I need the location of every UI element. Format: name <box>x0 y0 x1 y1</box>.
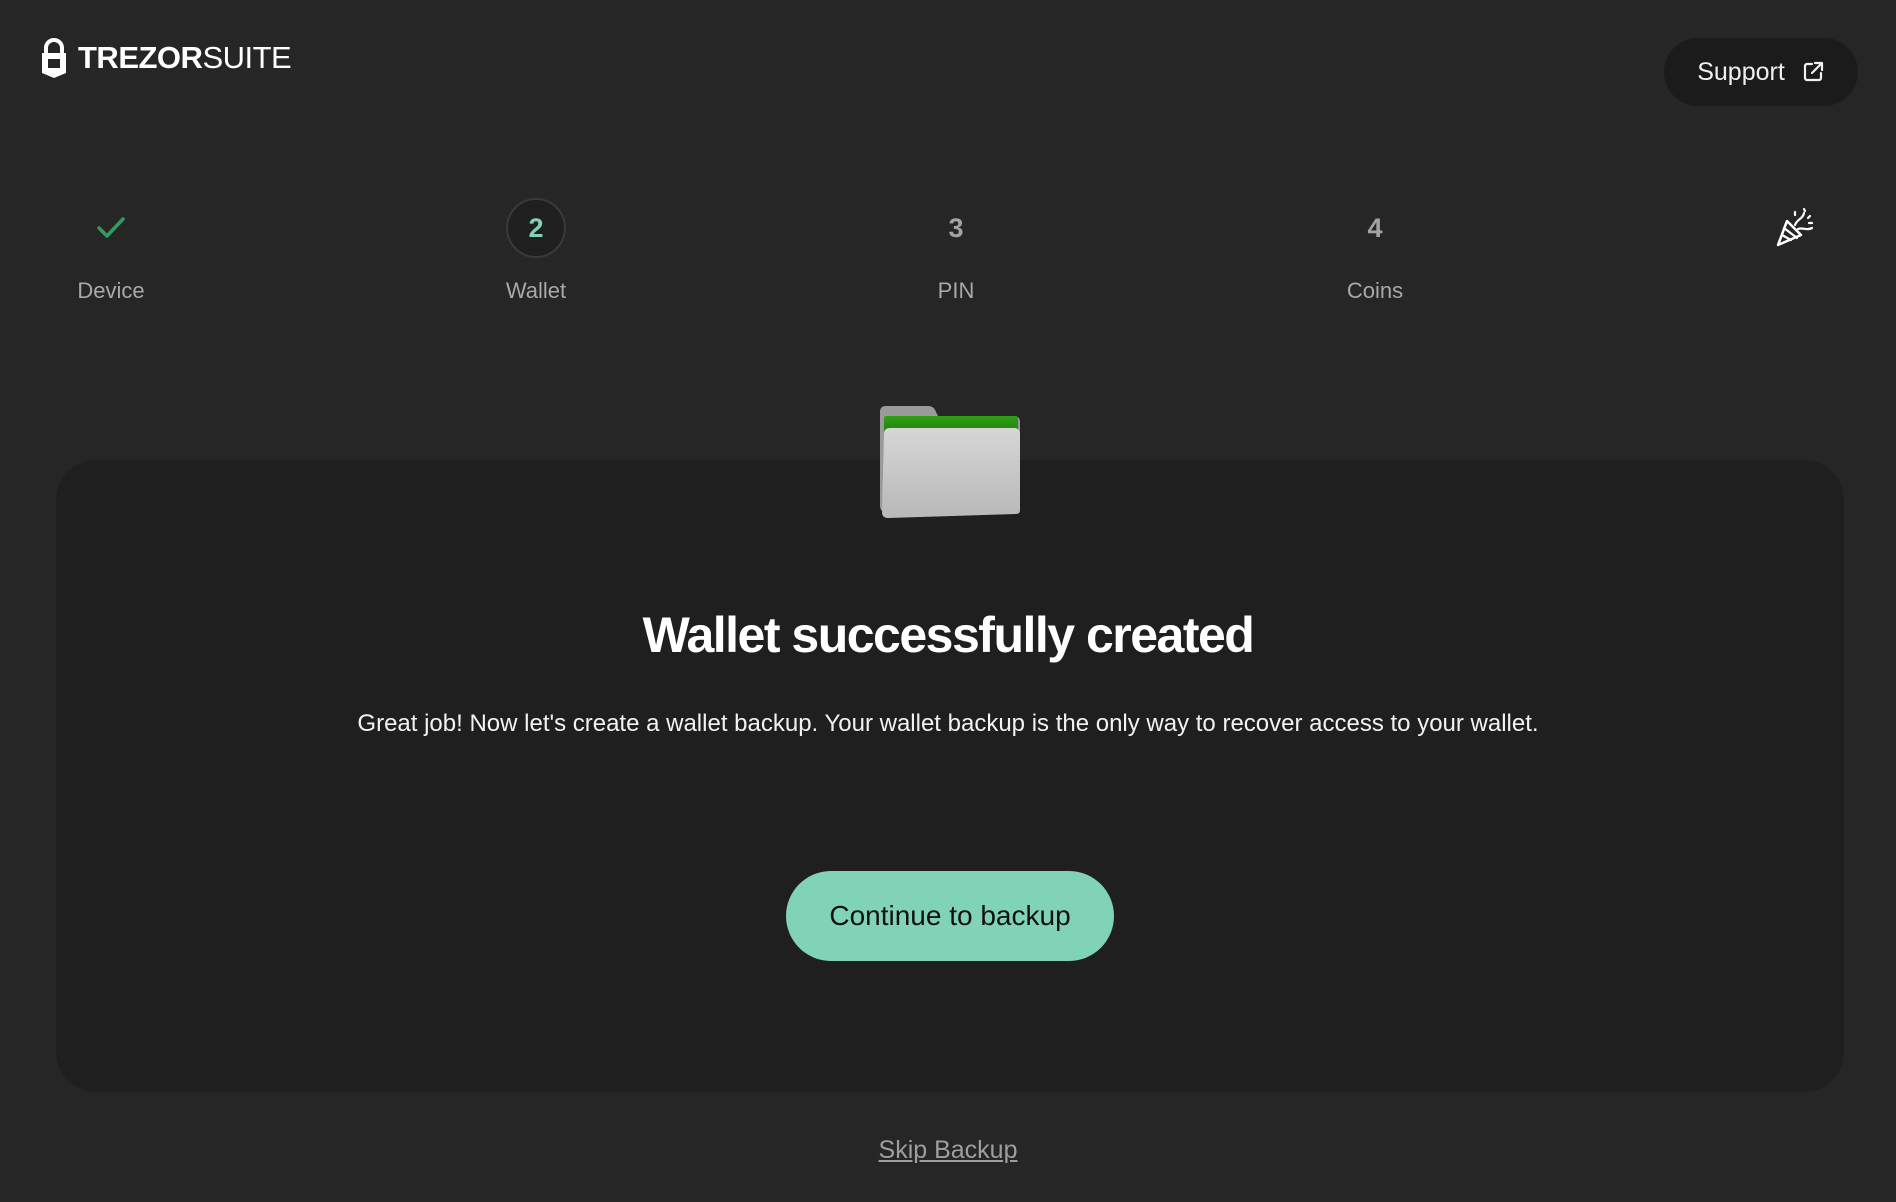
support-button[interactable]: Support <box>1664 38 1858 106</box>
logo-text-bold: TREZOR <box>78 40 203 75</box>
trezor-suite-logo: TREZOR SUITE <box>40 36 292 80</box>
page-description: Great job! Now let's create a wallet bac… <box>357 710 1539 737</box>
step-wallet-marker: 2 <box>506 198 566 258</box>
step-coins-marker: 4 <box>1367 212 1383 243</box>
external-link-icon <box>1803 61 1823 82</box>
logo-text-light: SUITE <box>202 40 292 75</box>
step-wallet-label: Wallet <box>505 278 567 303</box>
skip-backup-link[interactable]: Skip Backup <box>879 1136 1018 1164</box>
step-device-marker <box>81 198 141 258</box>
step-wallet: 2 Wallet <box>456 198 616 304</box>
continue-to-backup-button[interactable]: Continue to backup <box>786 871 1114 961</box>
folder-illustration <box>880 406 1020 518</box>
wallet-created-card <box>56 460 1844 1092</box>
step-coins-label: Coins <box>1346 278 1404 303</box>
step-pin-marker: 3 <box>948 212 964 243</box>
checkmark-icon <box>97 217 125 238</box>
step-device: Device <box>31 198 191 304</box>
step-final-marker <box>1764 198 1824 258</box>
party-popper-icon <box>1776 207 1814 247</box>
step-pin: 3 PIN <box>876 198 1036 304</box>
step-device-label: Device <box>77 278 145 303</box>
page-title: Wallet successfully created <box>642 607 1255 663</box>
step-coins: 4 Coins <box>1295 198 1455 304</box>
trezor-lock-icon <box>42 38 66 78</box>
step-final <box>1714 198 1874 258</box>
step-pin-label: PIN <box>937 278 975 303</box>
onboarding-page: TREZOR SUITE Support Device 2 Wallet 3 PI… <box>0 0 1896 1202</box>
support-button-label: Support <box>1697 57 1785 86</box>
skip-backup-container: Skip Backup <box>0 1136 1896 1165</box>
